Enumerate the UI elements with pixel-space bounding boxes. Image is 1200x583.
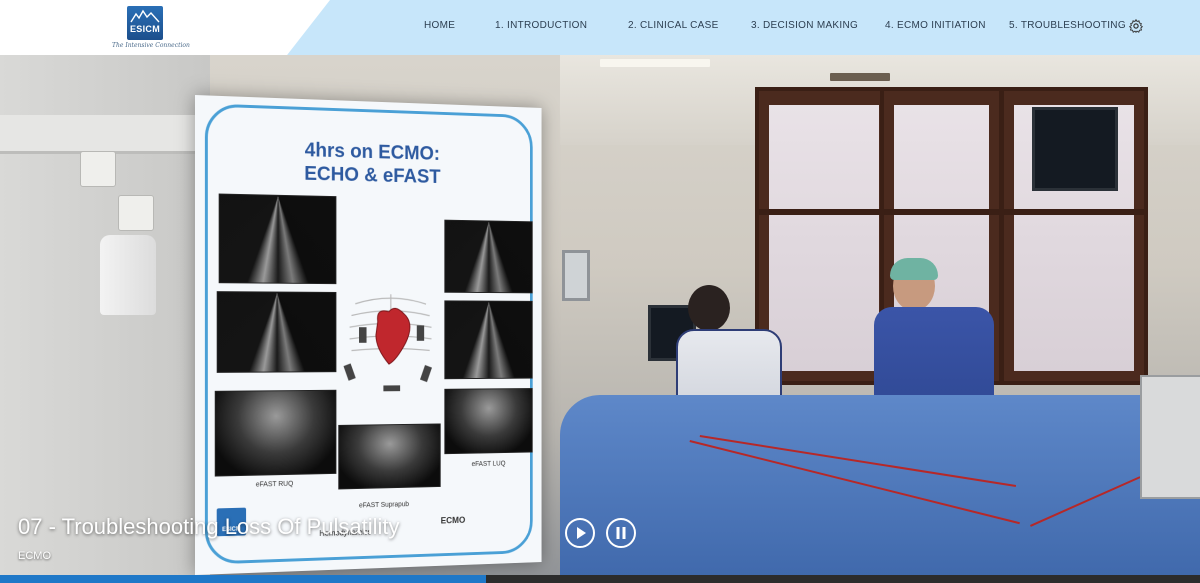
dispenser-bottle (100, 235, 156, 315)
wall-shelf (0, 115, 200, 154)
nav-home[interactable]: HOME (424, 20, 455, 31)
pause-button[interactable] (606, 518, 636, 548)
video-title: 07 - Troubleshooting Loss Of Pulsatility (18, 514, 400, 540)
slide-title: 4hrs on ECMO: ECHO & eFAST (195, 135, 542, 191)
ultrasound-image-luq (444, 388, 532, 454)
ultrasound-image-lung-left-upper (444, 220, 532, 294)
tagline: The Intensive Connection (112, 42, 190, 49)
pause-icon (608, 520, 634, 546)
video-frame[interactable]: 4hrs on ECMO: ECHO & eFAST eFAST RUQ eFA… (0, 55, 1200, 583)
play-icon (567, 520, 593, 546)
ceiling-light (600, 59, 710, 67)
nav-introduction[interactable]: 1. INTRODUCTION (495, 20, 587, 31)
play-button[interactable] (565, 518, 595, 548)
logo-text: ESICM (127, 24, 163, 34)
ceiling-monitor (1032, 107, 1118, 191)
site-header: ESICM The Intensive Connection HOME 1. I… (0, 0, 1200, 55)
wall-monitor (562, 250, 590, 301)
ultrasound-image-lung-right-upper (219, 194, 337, 285)
chest-heart-illustration (338, 284, 442, 399)
wall-outlet (80, 151, 116, 187)
caption-efast-ruq: eFAST RUQ (256, 481, 293, 489)
nav-ecmo-initiation[interactable]: 4. ECMO INITIATION (885, 20, 986, 31)
caption-efast-luq: eFAST LUQ (472, 461, 506, 468)
gear-icon[interactable] (1128, 18, 1144, 34)
video-subtitle: ECMO (18, 550, 51, 562)
nav-decision-making[interactable]: 3. DECISION MAKING (751, 20, 858, 31)
presentation-slide: 4hrs on ECMO: ECHO & eFAST eFAST RUQ eFA… (195, 95, 542, 575)
caption-efast-suprapub: eFAST Suprapub (359, 501, 409, 509)
logo-graphic-icon (130, 8, 160, 24)
ultrasound-image-ruq (215, 390, 337, 477)
video-progress-bar[interactable] (0, 575, 1200, 583)
nav-clinical-case[interactable]: 2. CLINICAL CASE (628, 20, 719, 31)
wall-outlet (118, 195, 154, 231)
slide-footer-ecmo: ECMO (441, 515, 466, 525)
ecmo-console (1140, 375, 1200, 499)
ceiling-vent (830, 73, 890, 81)
esicm-logo[interactable]: ESICM (127, 6, 163, 40)
ultrasound-image-lung-right-lower (217, 291, 337, 373)
nav-troubleshooting[interactable]: 5. TROUBLESHOOTING (1009, 20, 1126, 31)
ultrasound-image-lung-left-lower (444, 300, 532, 379)
ultrasound-image-suprapubic (338, 423, 440, 489)
video-progress-fill (0, 575, 486, 583)
